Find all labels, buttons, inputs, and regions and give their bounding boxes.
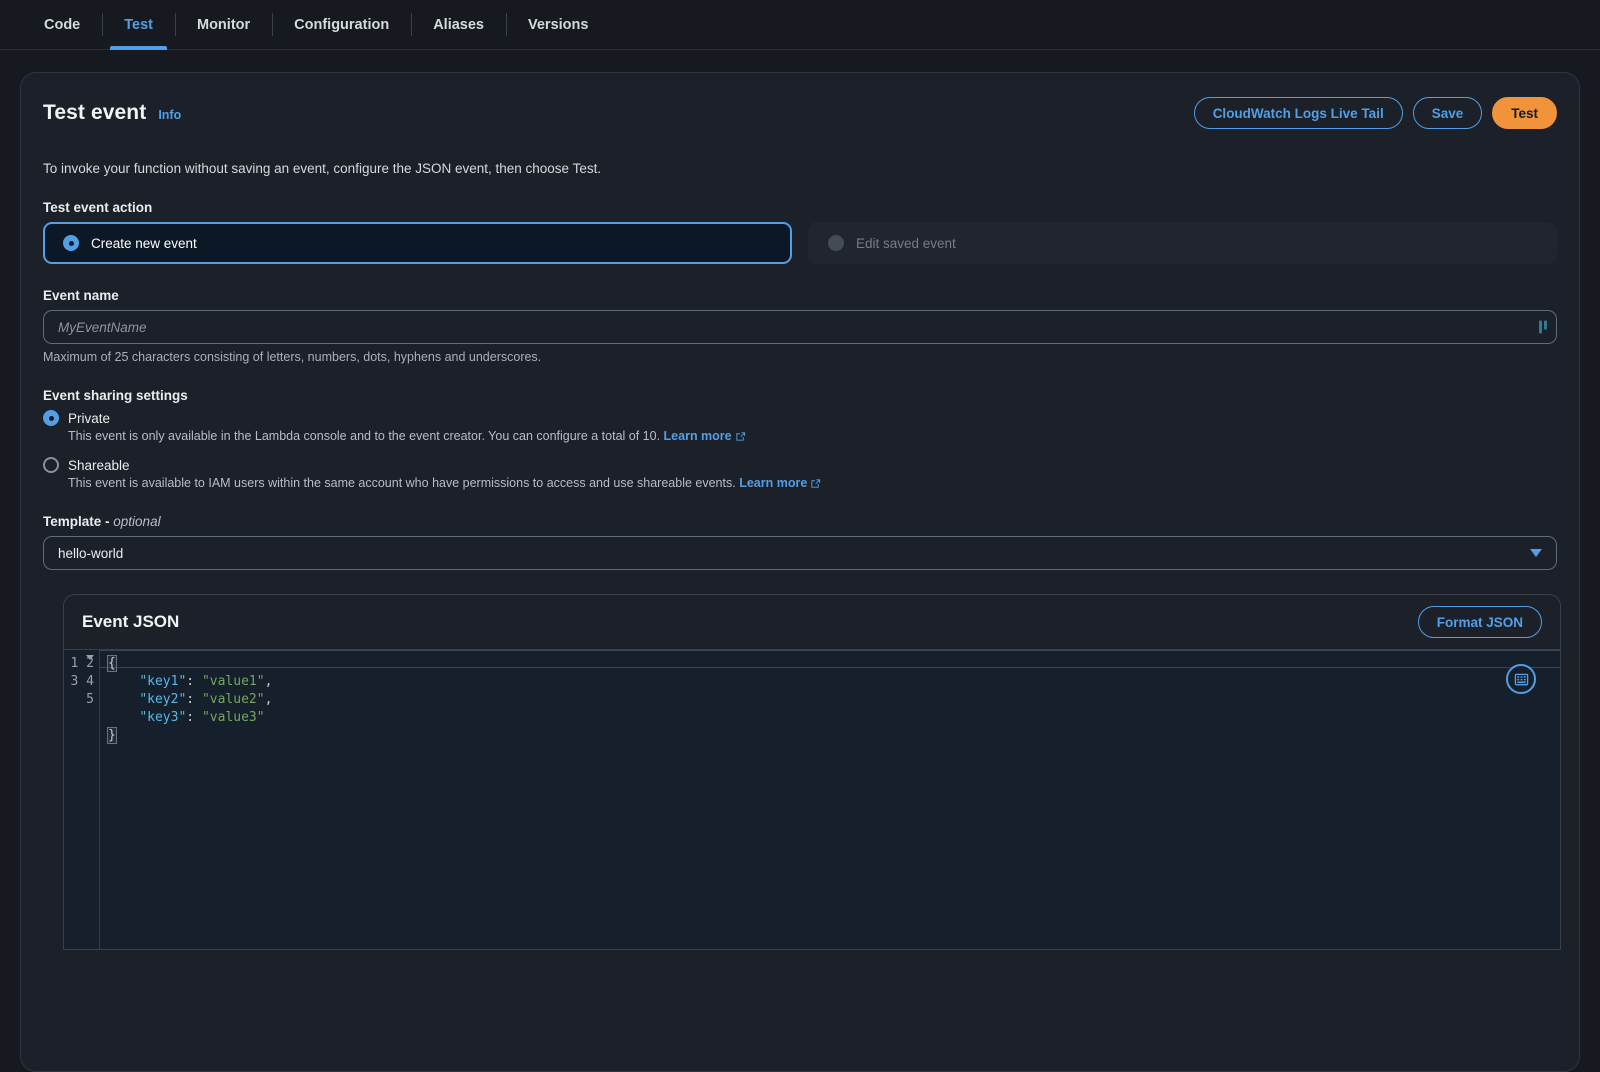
json-line-4: "key3": "value3" <box>139 710 265 725</box>
radio-shareable-label: Shareable <box>68 457 130 473</box>
cloudwatch-logs-live-tail-button[interactable]: CloudWatch Logs Live Tail <box>1193 97 1403 129</box>
event-name-placeholder: MyEventName <box>58 319 147 335</box>
panel-description: To invoke your function without saving a… <box>43 161 602 176</box>
radio-private-description: This event is only available in the Lamb… <box>68 429 661 443</box>
radio-indicator-shareable <box>43 457 59 473</box>
tab-monitor[interactable]: Monitor <box>175 0 272 49</box>
radio-edit-saved-event: Edit saved event <box>808 222 1557 264</box>
radio-shareable[interactable]: Shareable <box>43 457 1557 473</box>
radio-create-new-event[interactable]: Create new event <box>43 222 792 264</box>
json-key-1: "key1" <box>139 674 187 689</box>
radio-edit-saved-event-label: Edit saved event <box>856 235 956 251</box>
event-sharing-group: Event sharing settings Private This even… <box>43 388 1557 490</box>
radio-shareable-description-row: This event is available to IAM users wit… <box>68 476 1557 490</box>
event-name-group: Event name MyEventName Maximum of 25 cha… <box>43 288 1557 364</box>
template-optional-text: optional <box>113 514 161 529</box>
tab-versions[interactable]: Versions <box>506 0 610 49</box>
editor-line-numbers-text: 1 2 3 4 5 <box>70 656 94 707</box>
radio-indicator-edit-saved-event <box>828 235 844 251</box>
json-line-3: "key2": "value2", <box>139 692 273 707</box>
json-key-3: "key3" <box>139 710 187 725</box>
radio-create-new-event-label: Create new event <box>91 235 197 251</box>
test-event-action-options: Create new event Edit saved event <box>43 222 1557 264</box>
text-cursor-icon <box>1539 320 1548 334</box>
event-sharing-label: Event sharing settings <box>43 388 188 403</box>
tab-code[interactable]: Code <box>22 0 102 49</box>
panel-header: Test event Info CloudWatch Logs Live Tai… <box>43 95 1557 131</box>
radio-private-label: Private <box>68 410 111 426</box>
template-label: Template - optional <box>43 514 1557 529</box>
event-json-card: Event JSON Format JSON 1 2 3 4 5 { "key1… <box>63 594 1561 950</box>
info-link[interactable]: Info <box>158 108 181 122</box>
tab-configuration[interactable]: Configuration <box>272 0 411 49</box>
tab-test[interactable]: Test <box>102 0 175 50</box>
editor-code-area[interactable]: { "key1": "value1", "key2": "value2", "k… <box>100 650 1560 949</box>
json-line-2: "key1": "value1", <box>139 674 273 689</box>
tab-aliases[interactable]: Aliases <box>411 0 506 49</box>
learn-more-private-link[interactable]: Learn more <box>664 429 746 443</box>
tab-aliases-label: Aliases <box>433 16 484 33</box>
event-name-input[interactable]: MyEventName <box>43 310 1557 344</box>
test-button[interactable]: Test <box>1492 97 1557 129</box>
test-event-panel: Test event Info CloudWatch Logs Live Tai… <box>20 72 1580 1072</box>
template-select-value: hello-world <box>58 545 124 561</box>
tab-test-label: Test <box>124 16 153 33</box>
template-group: Template - optional hello-world <box>43 514 1557 570</box>
editor-line-numbers: 1 2 3 4 5 <box>64 650 100 949</box>
learn-more-shareable-link[interactable]: Learn more <box>739 476 821 490</box>
event-name-label: Event name <box>43 288 119 303</box>
radio-private[interactable]: Private <box>43 410 1557 426</box>
event-json-editor[interactable]: 1 2 3 4 5 { "key1": "value1", "key2": "v… <box>64 649 1560 949</box>
chevron-down-icon <box>1530 549 1542 557</box>
json-value-3: "value3" <box>201 710 265 725</box>
event-json-title: Event JSON <box>82 612 180 631</box>
learn-more-shareable-label: Learn more <box>739 476 808 490</box>
fold-arrow-icon[interactable] <box>86 655 94 660</box>
external-link-icon <box>736 432 745 441</box>
save-button[interactable]: Save <box>1412 97 1483 129</box>
radio-indicator-create-new-event <box>63 235 79 251</box>
panel-actions: CloudWatch Logs Live Tail Save Test <box>1193 97 1557 129</box>
template-select[interactable]: hello-world <box>43 536 1557 570</box>
template-label-text: Template - <box>43 514 110 529</box>
json-open-brace: { <box>107 655 117 672</box>
event-json-header: Event JSON Format JSON <box>64 595 1560 649</box>
learn-more-private-label: Learn more <box>663 429 732 443</box>
format-json-button[interactable]: Format JSON <box>1417 606 1542 638</box>
radio-shareable-description: This event is available to IAM users wit… <box>68 476 736 490</box>
tab-configuration-label: Configuration <box>294 16 390 33</box>
keyboard-icon <box>1514 673 1528 685</box>
radio-private-description-row: This event is only available in the Lamb… <box>68 429 1557 443</box>
keyboard-shortcuts-button[interactable] <box>1506 664 1536 694</box>
tab-monitor-label: Monitor <box>197 16 251 33</box>
test-event-action-label: Test event action <box>43 200 153 215</box>
json-value-2: "value2" <box>201 692 265 707</box>
json-value-1: "value1" <box>201 674 265 689</box>
tab-code-label: Code <box>44 16 81 33</box>
tab-versions-label: Versions <box>528 16 589 33</box>
json-close-brace: } <box>107 727 117 744</box>
panel-title-group: Test event Info <box>43 101 181 125</box>
external-link-icon <box>811 479 821 488</box>
radio-indicator-private <box>43 410 59 426</box>
json-key-2: "key2" <box>139 692 187 707</box>
test-event-action-group: Test event action Create new event Edit … <box>43 200 1557 264</box>
function-tab-bar: Code Test Monitor Configuration Aliases … <box>0 0 1600 50</box>
page-title: Test event <box>43 101 147 124</box>
event-name-hint: Maximum of 25 characters consisting of l… <box>43 350 542 364</box>
